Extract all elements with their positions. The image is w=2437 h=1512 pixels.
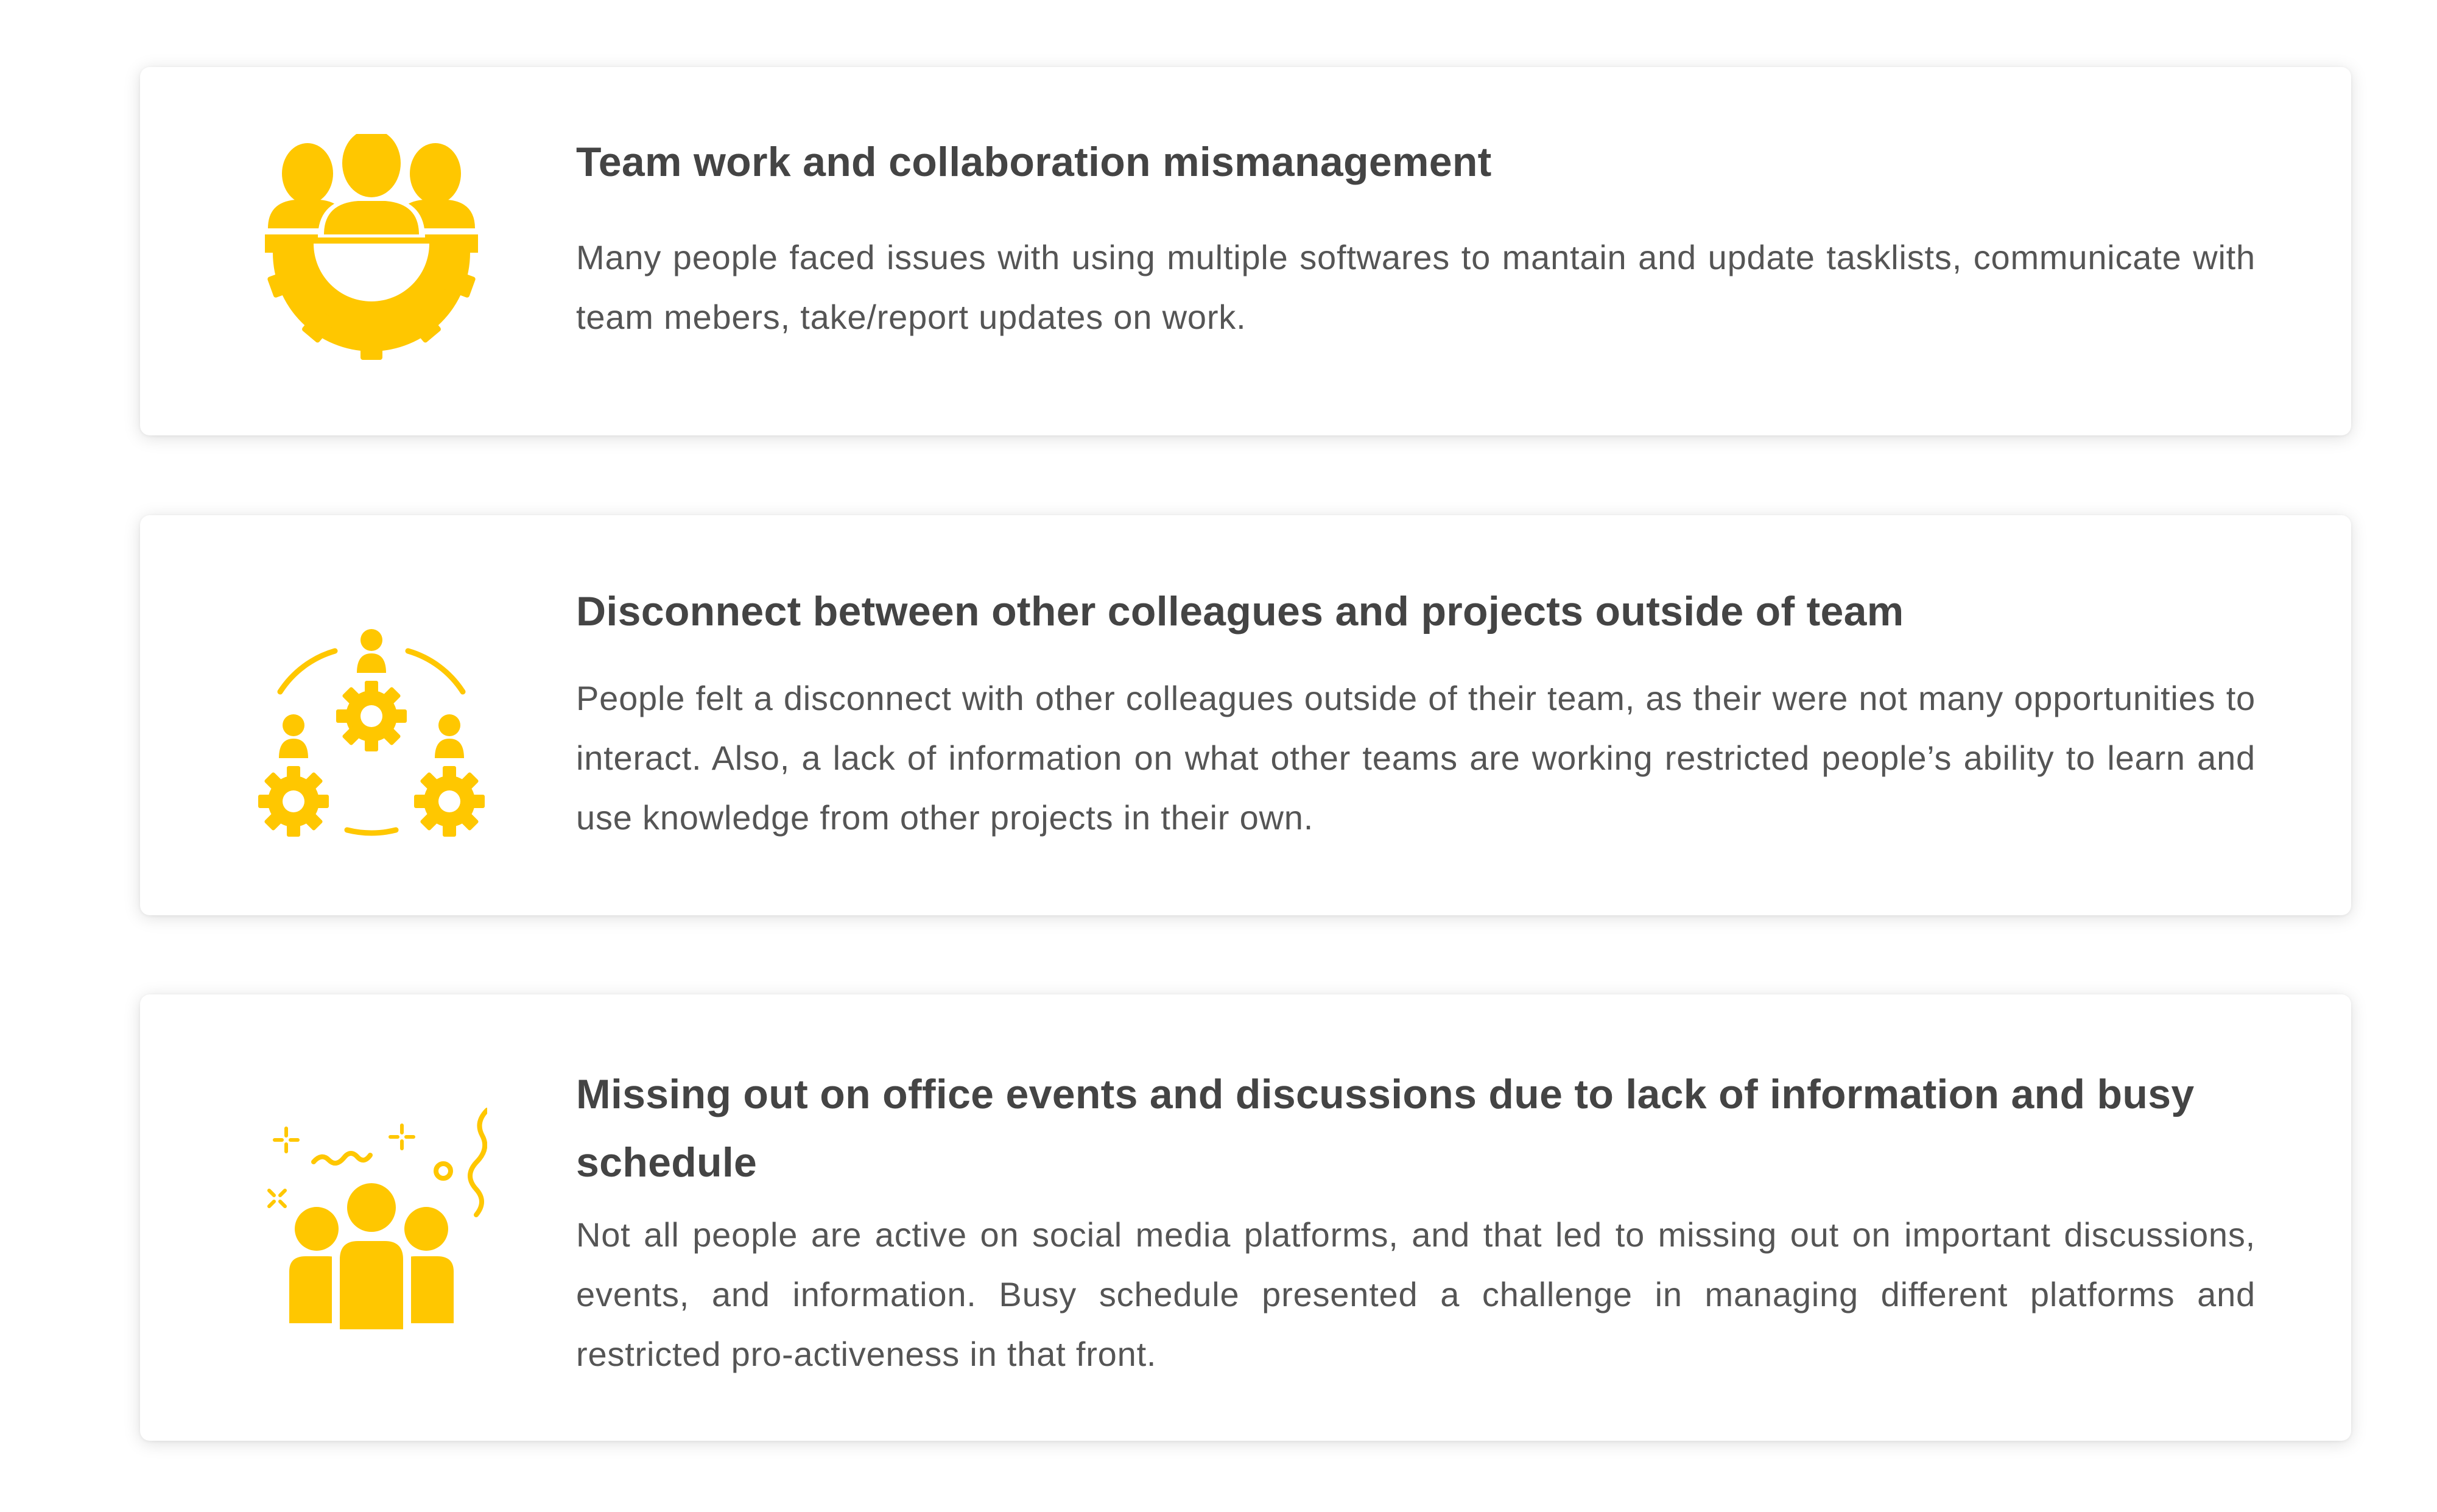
problem-card-teamwork: Team work and collaboration mismanagemen… bbox=[140, 67, 2351, 435]
card-description: Many people faced issues with using mult… bbox=[576, 238, 2256, 336]
card-title: Disconnect between other colleagues and … bbox=[576, 588, 1904, 635]
card-title: Missing out on office events and discuss… bbox=[576, 1071, 2195, 1186]
problem-card-events: Missing out on office events and discuss… bbox=[140, 994, 2351, 1441]
celebration-group-icon bbox=[256, 1104, 487, 1335]
teamwork-gear-icon bbox=[256, 134, 487, 365]
problem-card-disconnect: Disconnect between other colleagues and … bbox=[140, 515, 2351, 915]
card-title: Team work and collaboration mismanagemen… bbox=[576, 139, 1492, 185]
network-people-gears-icon bbox=[256, 616, 487, 847]
card-description: Not all people are active on social medi… bbox=[576, 1215, 2256, 1373]
card-description: People felt a disconnect with other coll… bbox=[576, 679, 2256, 837]
